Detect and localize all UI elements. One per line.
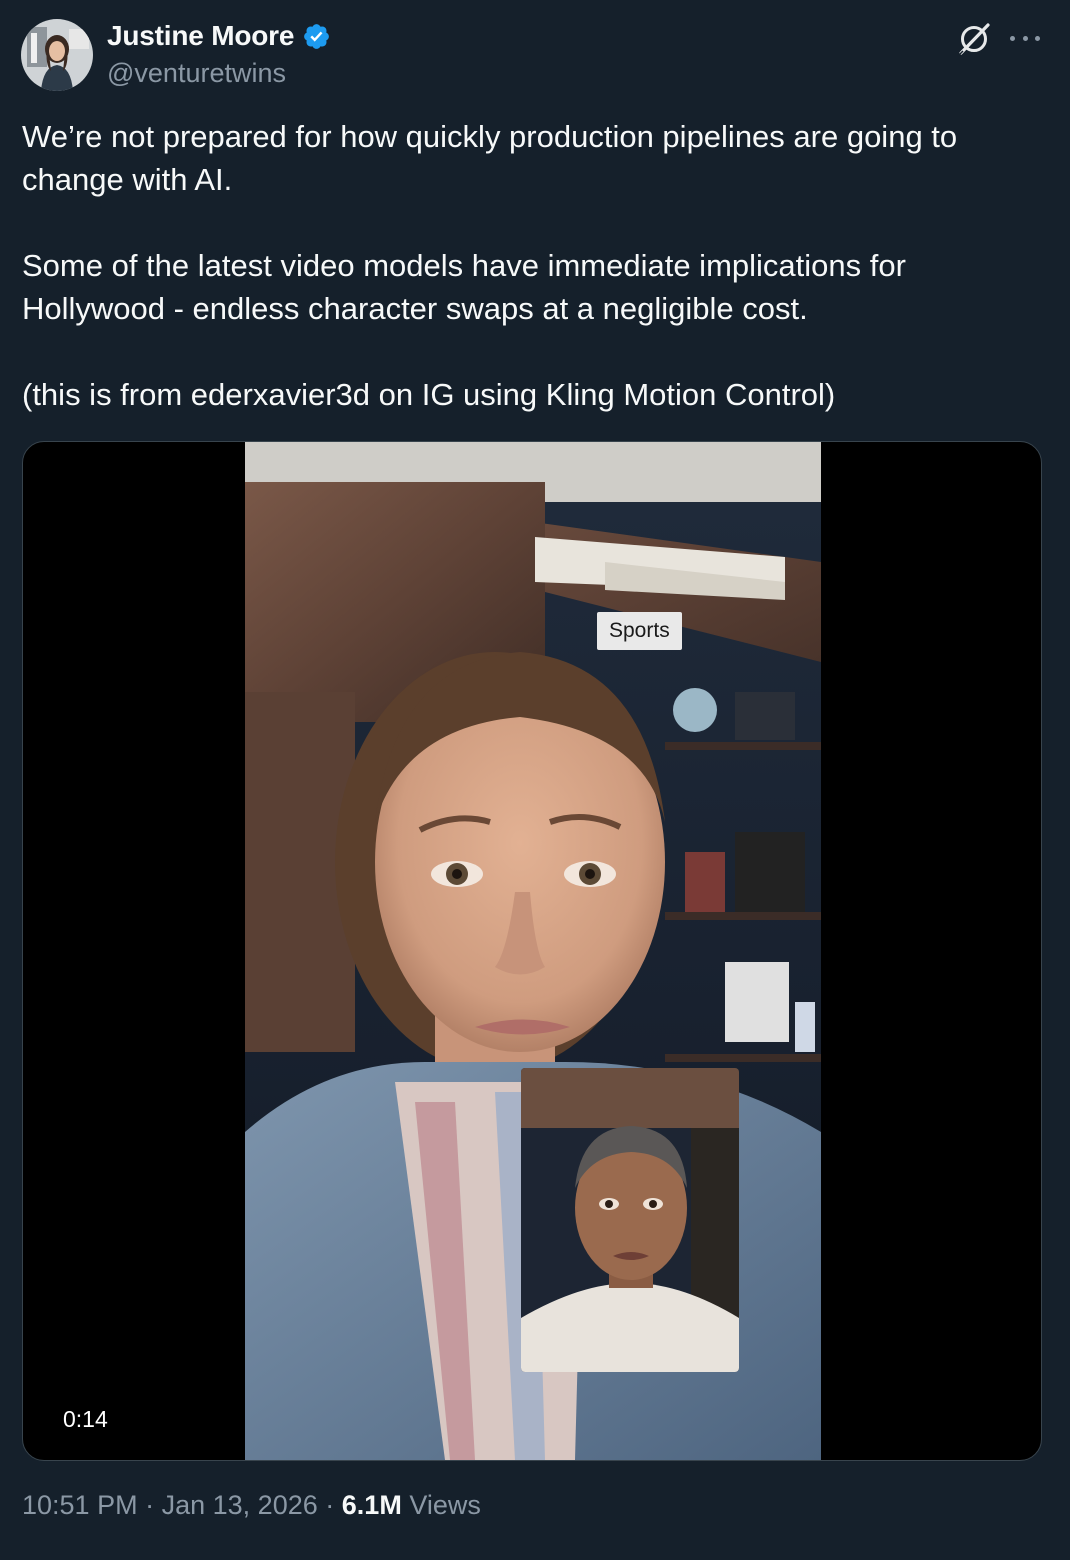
meta-separator: · [325,1490,335,1520]
video-duration: 0:14 [59,1404,112,1435]
tweet: Justine Moore @venturetwins We’re not pr… [0,0,1070,1560]
tweet-text: We’re not prepared for how quickly produ… [22,115,1042,416]
video-frame: Sports [245,442,821,1460]
dot-icon [1010,35,1015,41]
pip-video [521,1068,739,1372]
pip-thumbnail [521,1068,739,1372]
tweet-time[interactable]: 10:51 PM [22,1490,138,1520]
tweet-meta: 10:51 PM · Jan 13, 2026 · 6.1M Views [22,1490,481,1521]
dot-icon [1022,35,1028,41]
meta-separator: · [145,1490,155,1520]
tweet-paragraph: Some of the latest video models have imm… [22,248,906,326]
video-overlay-label: Sports [597,612,682,650]
avatar[interactable] [21,19,93,91]
tweet-paragraph: We’re not prepared for how quickly produ… [22,119,958,197]
profile-photo-icon [21,19,93,91]
video-player[interactable]: Sports 0:14 [22,441,1042,1461]
display-name[interactable]: Justine Moore [107,20,294,52]
views-count[interactable]: 6.1M [342,1490,402,1520]
author-name-row[interactable]: Justine Moore [107,20,331,52]
grok-icon[interactable] [955,20,993,58]
tweet-date[interactable]: Jan 13, 2026 [162,1490,318,1520]
more-options-icon[interactable] [1010,25,1040,51]
views-label: Views [409,1490,481,1520]
author-handle[interactable]: @venturetwins [107,58,286,89]
tweet-paragraph: (this is from ederxavier3d on IG using K… [22,377,836,412]
verified-badge-icon [304,23,330,49]
dot-icon [1035,35,1040,41]
